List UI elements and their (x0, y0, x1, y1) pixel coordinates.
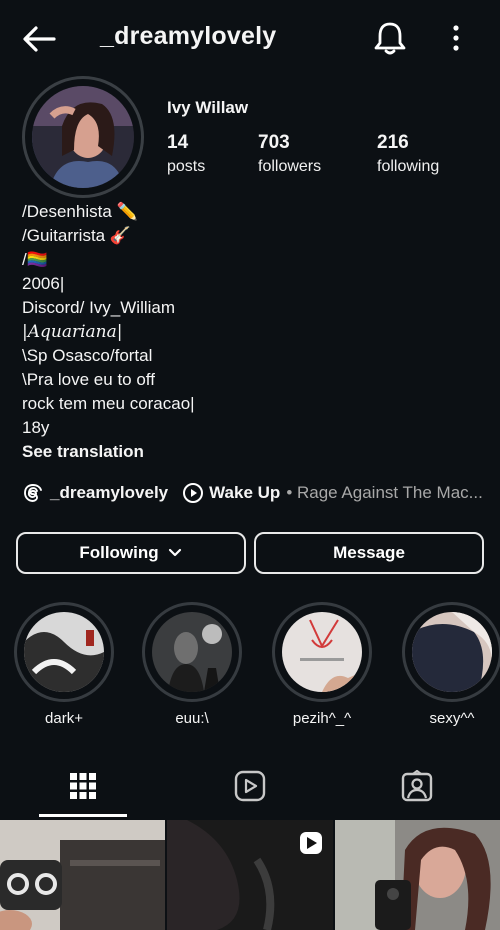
highlight-label: dark+ (45, 710, 83, 727)
highlight-cover (282, 612, 362, 692)
tagged-person-icon (401, 770, 433, 802)
profile-full-name: Ivy Willaw (167, 98, 249, 117)
highlight-cover (24, 612, 104, 692)
profile-links: _dreamylovely Wake Up • Rage Against The… (22, 480, 483, 506)
avatar[interactable] (32, 86, 134, 188)
bio-line: /Desenhista ✏️ (22, 202, 138, 221)
followers-count: 703 (258, 132, 290, 153)
grid-icon (70, 773, 96, 799)
bio-line: \Pra love eu to off (22, 370, 155, 389)
highlight-label: euu:\ (175, 710, 209, 727)
avatar-photo (32, 86, 134, 188)
bio-line: 2006| (22, 274, 65, 293)
music-play-icon[interactable] (182, 482, 204, 504)
following-count: 216 (377, 132, 409, 153)
story-highlight[interactable]: sexy^^ (400, 602, 500, 727)
story-highlight[interactable]: dark+ (12, 602, 116, 727)
following-stat[interactable]: 216 following (377, 132, 439, 176)
threads-icon[interactable] (22, 482, 44, 504)
posts-count: 14 (167, 132, 189, 153)
see-translation-link[interactable]: See translation (22, 440, 195, 464)
post-thumbnail[interactable] (167, 820, 333, 930)
story-highlight[interactable]: euu:\ (140, 602, 244, 727)
chevron-down-icon (168, 548, 181, 557)
bell-icon[interactable] (370, 18, 410, 58)
profile-bio: /Desenhista ✏️ /Guitarrista 🎸 /🏳️‍🌈 2006… (22, 200, 195, 464)
highlight-cover (152, 612, 232, 692)
reels-icon (234, 770, 266, 802)
profile-username: _dreamylovely (100, 22, 277, 50)
posts-stat[interactable]: 14 posts (167, 132, 205, 176)
bio-line: 18y (22, 418, 50, 437)
highlight-ring (402, 602, 500, 702)
profile-tabs (0, 755, 500, 817)
bio-line: /Guitarrista 🎸 (22, 226, 132, 245)
story-highlight[interactable]: pezih^_^ (270, 602, 374, 727)
highlight-label: sexy^^ (429, 710, 475, 727)
back-arrow-icon[interactable] (20, 20, 58, 58)
bio-line: /🏳️‍🌈 (22, 250, 48, 269)
post-thumbnail[interactable] (0, 820, 165, 930)
highlight-ring (142, 602, 242, 702)
grid-tab[interactable] (0, 755, 166, 817)
more-vertical-icon[interactable] (442, 20, 470, 56)
song-title[interactable]: Wake Up (209, 483, 280, 503)
message-button-label: Message (333, 543, 405, 562)
bio-line: Discord/ Ivy_William (22, 298, 176, 317)
message-button[interactable]: Message (254, 532, 484, 574)
highlight-ring (14, 602, 114, 702)
bio-line: \Sp Osasco/fortal (22, 346, 153, 365)
reels-tab[interactable] (167, 755, 333, 817)
followers-stat[interactable]: 703 followers (258, 132, 321, 176)
posts-label: posts (167, 158, 206, 175)
highlight-label: pezih^_^ (292, 710, 352, 727)
bio-line: |Aquariana| (22, 322, 123, 342)
active-tab-indicator (39, 814, 127, 817)
song-artist[interactable]: • Rage Against The Mac... (286, 483, 483, 503)
following-label: following (377, 158, 440, 175)
post-thumbnail[interactable] (335, 820, 500, 930)
following-button[interactable]: Following (16, 532, 246, 574)
highlight-cover (412, 612, 492, 692)
followers-label: followers (258, 158, 322, 175)
posts-grid (0, 820, 500, 930)
highlight-ring (272, 602, 372, 702)
threads-handle-link[interactable]: _dreamylovely (50, 483, 168, 503)
top-bar: _dreamylovely (0, 0, 500, 78)
tagged-tab[interactable] (334, 755, 500, 817)
bio-line: rock tem meu coracao| (22, 394, 195, 413)
following-button-label: Following (79, 543, 159, 562)
